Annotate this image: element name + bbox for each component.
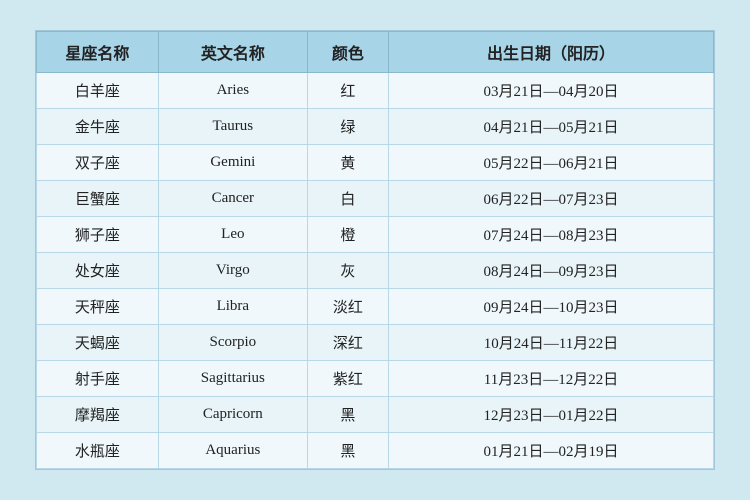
cell-chinese: 摩羯座 [37,397,159,433]
cell-color: 淡红 [307,289,388,325]
table-row: 天秤座Libra淡红09月24日—10月23日 [37,289,714,325]
cell-date: 09月24日—10月23日 [389,289,714,325]
zodiac-table-container: 星座名称 英文名称 颜色 出生日期（阳历） 白羊座Aries红03月21日—04… [35,30,715,470]
cell-chinese: 狮子座 [37,217,159,253]
cell-english: Gemini [158,145,307,181]
zodiac-table: 星座名称 英文名称 颜色 出生日期（阳历） 白羊座Aries红03月21日—04… [36,31,714,469]
cell-english: Capricorn [158,397,307,433]
cell-chinese: 白羊座 [37,73,159,109]
cell-date: 04月21日—05月21日 [389,109,714,145]
cell-chinese: 金牛座 [37,109,159,145]
cell-english: Libra [158,289,307,325]
header-english: 英文名称 [158,32,307,73]
table-row: 处女座Virgo灰08月24日—09月23日 [37,253,714,289]
cell-color: 橙 [307,217,388,253]
cell-color: 紫红 [307,361,388,397]
cell-color: 黄 [307,145,388,181]
cell-english: Scorpio [158,325,307,361]
cell-chinese: 处女座 [37,253,159,289]
cell-english: Virgo [158,253,307,289]
cell-english: Aquarius [158,433,307,469]
cell-color: 绿 [307,109,388,145]
table-row: 水瓶座Aquarius黑01月21日—02月19日 [37,433,714,469]
cell-color: 灰 [307,253,388,289]
cell-chinese: 天蝎座 [37,325,159,361]
header-color: 颜色 [307,32,388,73]
cell-color: 白 [307,181,388,217]
cell-date: 12月23日—01月22日 [389,397,714,433]
cell-color: 红 [307,73,388,109]
cell-color: 深红 [307,325,388,361]
table-row: 白羊座Aries红03月21日—04月20日 [37,73,714,109]
table-row: 天蝎座Scorpio深红10月24日—11月22日 [37,325,714,361]
cell-date: 08月24日—09月23日 [389,253,714,289]
cell-english: Aries [158,73,307,109]
cell-chinese: 水瓶座 [37,433,159,469]
table-row: 巨蟹座Cancer白06月22日—07月23日 [37,181,714,217]
cell-date: 01月21日—02月19日 [389,433,714,469]
cell-english: Cancer [158,181,307,217]
table-row: 狮子座Leo橙07月24日—08月23日 [37,217,714,253]
table-row: 射手座Sagittarius紫红11月23日—12月22日 [37,361,714,397]
cell-english: Sagittarius [158,361,307,397]
table-row: 金牛座Taurus绿04月21日—05月21日 [37,109,714,145]
cell-date: 11月23日—12月22日 [389,361,714,397]
cell-date: 06月22日—07月23日 [389,181,714,217]
cell-chinese: 射手座 [37,361,159,397]
header-date: 出生日期（阳历） [389,32,714,73]
table-row: 双子座Gemini黄05月22日—06月21日 [37,145,714,181]
table-header-row: 星座名称 英文名称 颜色 出生日期（阳历） [37,32,714,73]
cell-chinese: 巨蟹座 [37,181,159,217]
cell-chinese: 双子座 [37,145,159,181]
cell-date: 03月21日—04月20日 [389,73,714,109]
cell-color: 黑 [307,397,388,433]
cell-date: 10月24日—11月22日 [389,325,714,361]
cell-color: 黑 [307,433,388,469]
cell-date: 05月22日—06月21日 [389,145,714,181]
table-row: 摩羯座Capricorn黑12月23日—01月22日 [37,397,714,433]
cell-chinese: 天秤座 [37,289,159,325]
header-chinese: 星座名称 [37,32,159,73]
cell-english: Leo [158,217,307,253]
cell-english: Taurus [158,109,307,145]
cell-date: 07月24日—08月23日 [389,217,714,253]
